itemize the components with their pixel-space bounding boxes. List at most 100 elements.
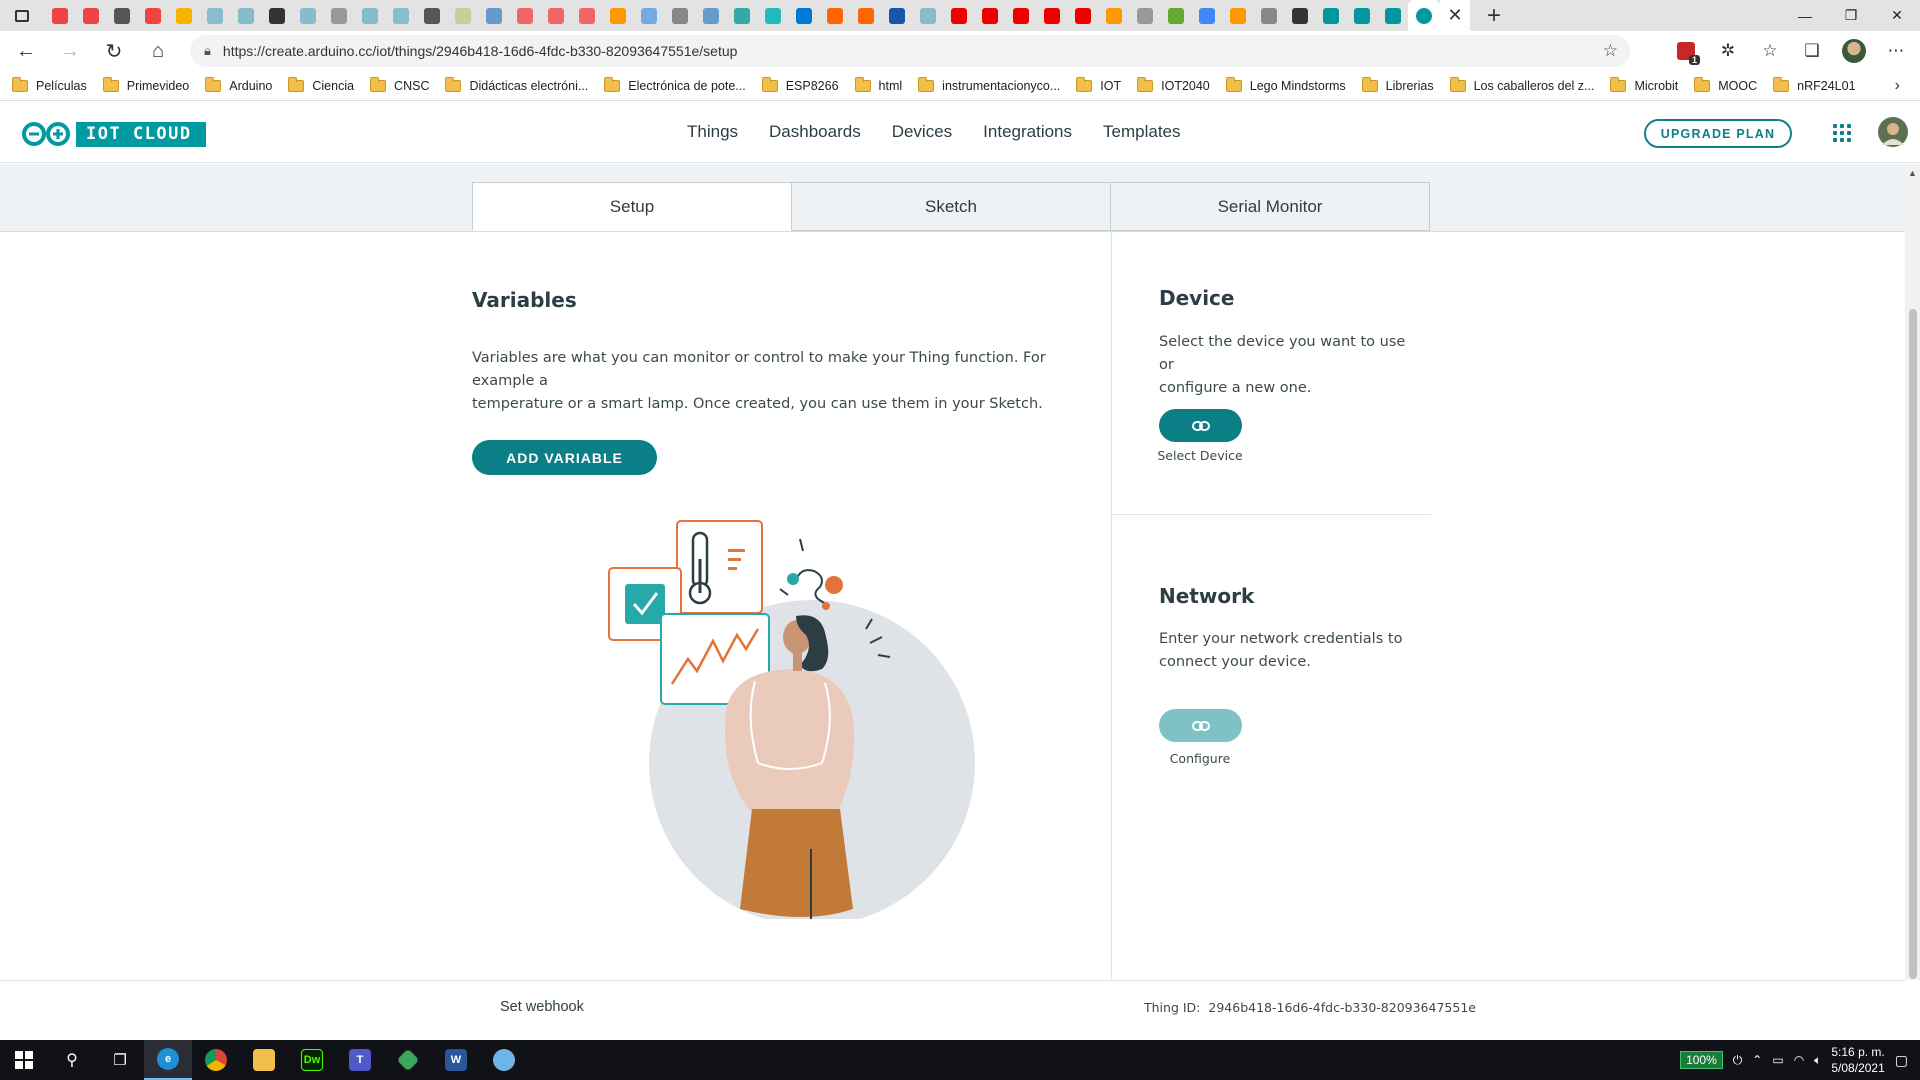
browser-tab-6[interactable] [199, 0, 230, 31]
browser-tab-21[interactable] [664, 0, 695, 31]
browser-tab-22[interactable] [695, 0, 726, 31]
browser-tab-30[interactable] [943, 0, 974, 31]
nav-integrations[interactable]: Integrations [983, 122, 1072, 142]
browser-tab-31[interactable] [974, 0, 1005, 31]
bookmark-item[interactable]: IOT2040 [1137, 76, 1210, 93]
file-explorer-icon[interactable] [240, 1040, 288, 1080]
bookmark-item[interactable]: Arduino [205, 76, 272, 93]
home-button[interactable]: ⌂ [136, 31, 180, 71]
chrome-taskbar-icon[interactable] [192, 1040, 240, 1080]
dreamweaver-icon[interactable]: Dw [288, 1040, 336, 1080]
browser-tab-13[interactable] [416, 0, 447, 31]
paint-icon[interactable] [480, 1040, 528, 1080]
browser-tab-29[interactable] [912, 0, 943, 31]
add-variable-button[interactable]: ADD VARIABLE [472, 440, 657, 475]
close-window-button[interactable]: ✕ [1874, 0, 1920, 31]
browser-tab-25[interactable] [788, 0, 819, 31]
new-tab-button[interactable]: + [1476, 2, 1512, 30]
power-icon[interactable]: ⏻ [1733, 1053, 1743, 1068]
browser-tab-11[interactable] [354, 0, 385, 31]
select-device-button[interactable] [1159, 409, 1242, 442]
browser-tab-16[interactable] [509, 0, 540, 31]
forward-button[interactable]: → [48, 31, 92, 71]
tab-setup[interactable]: Setup [472, 182, 792, 231]
tab-active-arduino[interactable] [1408, 0, 1440, 31]
chevron-right-icon[interactable]: › [1895, 77, 1900, 95]
browser-tab-7[interactable] [230, 0, 261, 31]
bookmark-item[interactable]: instrumentacionyco... [918, 76, 1060, 93]
browser-tab-44[interactable] [1377, 0, 1408, 31]
wifi-icon[interactable]: ◠ [1794, 1053, 1804, 1067]
browser-tab-34[interactable] [1067, 0, 1098, 31]
browser-tab-5[interactable] [168, 0, 199, 31]
clock[interactable]: 5:16 p. m. 5/08/2021 [1831, 1044, 1884, 1076]
search-icon[interactable]: ⚲ [48, 1040, 96, 1080]
address-bar[interactable]: 🔒︎ https://create.arduino.cc/iot/things/… [190, 35, 1630, 67]
browser-tab-9[interactable] [292, 0, 323, 31]
windows-start-icon[interactable] [0, 1040, 48, 1080]
browser-tab-23[interactable] [726, 0, 757, 31]
browser-tab-14[interactable] [447, 0, 478, 31]
bookmark-item[interactable]: Películas [12, 76, 87, 93]
browser-tab-24[interactable] [757, 0, 788, 31]
bookmark-item[interactable]: Ciencia [288, 76, 354, 93]
nav-devices[interactable]: Devices [892, 122, 952, 142]
back-button[interactable]: ← [4, 31, 48, 71]
teams-icon[interactable]: T [336, 1040, 384, 1080]
bookmark-item[interactable]: nRF24L01 [1773, 76, 1856, 93]
tab-close-icon[interactable]: ✕ [1440, 0, 1470, 31]
browser-tab-1[interactable] [44, 0, 75, 31]
browser-tab-28[interactable] [881, 0, 912, 31]
edge-taskbar-icon[interactable]: e [144, 1040, 192, 1080]
configure-network-button[interactable] [1159, 709, 1242, 742]
browser-tab-10[interactable] [323, 0, 354, 31]
collections-icon[interactable]: ❏ [1800, 39, 1824, 63]
profile-avatar[interactable] [1842, 39, 1866, 63]
browser-tab-2[interactable] [75, 0, 106, 31]
bookmark-item[interactable]: Electrónica de pote... [604, 76, 746, 93]
user-avatar[interactable] [1878, 117, 1908, 147]
bookmark-item[interactable]: html [854, 76, 902, 93]
bookmark-item[interactable]: CNSC [370, 76, 429, 93]
favorites-icon[interactable]: ☆ [1758, 39, 1782, 63]
volume-icon[interactable]: 🔈︎ [1814, 1053, 1821, 1068]
browser-tab-8[interactable] [261, 0, 292, 31]
restore-button[interactable]: ❐ [1828, 0, 1874, 31]
bookmark-item[interactable]: Microbit [1610, 76, 1678, 93]
browser-tab-4[interactable] [137, 0, 168, 31]
browser-tab-42[interactable] [1315, 0, 1346, 31]
reload-button[interactable]: ↻ [92, 31, 136, 71]
bookmark-item[interactable]: IOT [1076, 76, 1121, 93]
apps-grid-icon[interactable] [1833, 124, 1851, 142]
tray-chevron-icon[interactable]: ⌃ [1752, 1053, 1762, 1067]
battery-indicator[interactable]: 100% [1680, 1051, 1723, 1069]
iot-cloud-logo[interactable]: IOT CLOUD [20, 121, 206, 147]
set-webhook-link[interactable]: Set webhook [500, 999, 584, 1015]
configure-caption[interactable]: Configure [1150, 751, 1250, 766]
browser-tab-12[interactable] [385, 0, 416, 31]
bookmark-item[interactable]: Didácticas electróni... [445, 76, 588, 93]
minimize-button[interactable]: — [1782, 0, 1828, 31]
url-text[interactable]: https://create.arduino.cc/iot/things/294… [223, 43, 738, 59]
scroll-up-icon[interactable]: ▲ [1908, 168, 1917, 178]
notifications-icon[interactable]: ▢ [1895, 1052, 1908, 1069]
browser-tab-43[interactable] [1346, 0, 1377, 31]
more-menu-icon[interactable]: ⋯ [1884, 39, 1908, 63]
bookmark-item[interactable]: Librerias [1361, 76, 1434, 93]
lock-icon[interactable]: 🔒︎ [204, 43, 211, 59]
browser-tab-3[interactable] [106, 0, 137, 31]
browser-tab-36[interactable] [1129, 0, 1160, 31]
extensions-puzzle-icon[interactable]: ✲ [1716, 39, 1740, 63]
tab-actions-menu-icon[interactable] [0, 0, 44, 31]
browser-tab-18[interactable] [571, 0, 602, 31]
favorite-star-icon[interactable]: ☆ [1603, 41, 1618, 61]
word-icon[interactable]: W [432, 1040, 480, 1080]
browser-tab-27[interactable] [850, 0, 881, 31]
bookmark-item[interactable]: Primevideo [102, 76, 189, 93]
browser-tab-17[interactable] [540, 0, 571, 31]
tab-sketch[interactable]: Sketch [791, 182, 1111, 231]
browser-tab-40[interactable] [1253, 0, 1284, 31]
bookmark-item[interactable]: Los caballeros del z... [1449, 76, 1594, 93]
upgrade-plan-button[interactable]: UPGRADE PLAN [1644, 119, 1792, 148]
browser-tab-19[interactable] [602, 0, 633, 31]
